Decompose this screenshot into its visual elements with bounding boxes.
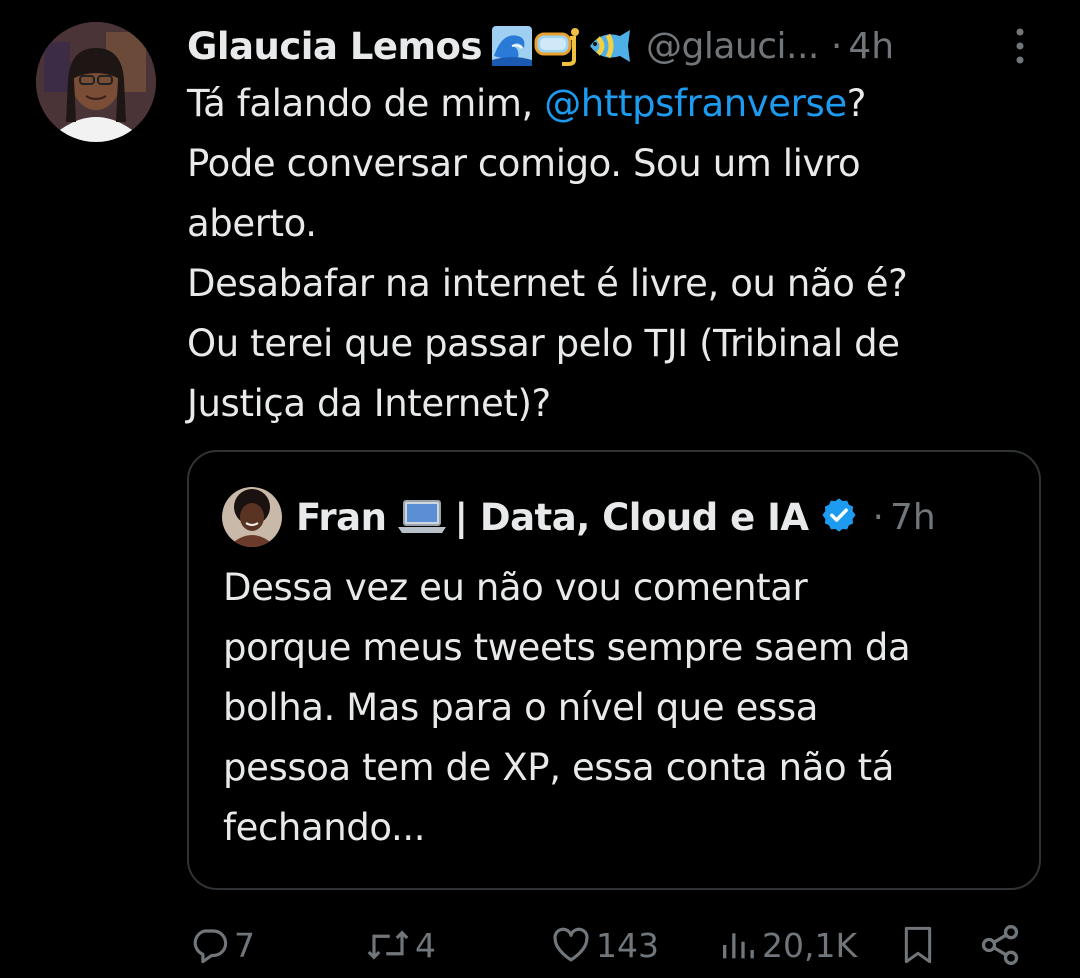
tweet-text-line: Tá falando de mim, @httpsfranverse?	[187, 82, 866, 125]
tweet-text-line: Desabafar na internet é livre, ou não é?	[187, 262, 908, 305]
verified-badge-icon	[820, 496, 858, 538]
tweet-text: Tá falando de mim, @httpsfranverse? Pode…	[187, 74, 1047, 434]
tropical-fish-icon	[584, 26, 634, 66]
tweet-text-line: Ou terei que passar pelo TJI (Tribinal d…	[187, 322, 900, 365]
quoted-author-name[interactable]: Fran	[296, 496, 387, 539]
views-chart-icon	[718, 924, 758, 966]
quoted-author-name-suffix[interactable]: | Data, Cloud e IA	[454, 496, 809, 539]
views-count: 20,1K	[762, 925, 858, 965]
more-options-icon[interactable]	[1008, 24, 1032, 68]
reply-icon	[188, 924, 230, 966]
share-button[interactable]	[978, 915, 1022, 975]
laptop-icon	[396, 495, 448, 539]
quoted-header: Fran | Data, Cloud e IA · 7h	[296, 490, 936, 544]
share-icon	[978, 923, 1022, 967]
retweet-icon	[365, 924, 411, 966]
author-avatar[interactable]	[36, 22, 156, 142]
quoted-separator: ·	[872, 496, 884, 538]
tweet-text-line: Pode conversar comigo. Sou um livro	[187, 142, 861, 185]
bookmark-icon	[898, 923, 938, 967]
bookmark-button[interactable]	[898, 915, 938, 975]
quoted-text-line: porque meus tweets sempre saem da	[223, 626, 911, 669]
tweet-timestamp[interactable]: 4h	[848, 26, 894, 67]
wave-emoji-icon	[492, 26, 532, 66]
views-button[interactable]: 20,1K	[718, 915, 857, 975]
diving-mask-icon	[534, 26, 582, 66]
heart-icon	[550, 924, 592, 966]
author-emojis	[492, 26, 634, 66]
tweet-header: Glaucia Lemos @glauci... · 4h	[187, 18, 894, 74]
quoted-author-avatar[interactable]	[222, 487, 282, 547]
tweet-text-line: aberto.	[187, 202, 317, 245]
reply-button[interactable]: 7	[188, 915, 255, 975]
retweet-count: 4	[415, 925, 436, 965]
reply-count: 7	[234, 925, 255, 965]
quoted-text: Dessa vez eu não vou comentar porque meu…	[223, 558, 1023, 858]
quoted-text-line: bolha. Mas para o nível que essa	[223, 686, 818, 729]
quoted-text-line: fechando...	[223, 806, 426, 849]
quoted-timestamp[interactable]: 7h	[890, 497, 936, 538]
author-name[interactable]: Glaucia Lemos	[187, 25, 483, 68]
retweet-button[interactable]: 4	[365, 915, 436, 975]
tweet-actions: 7 4 143 20,1K	[0, 915, 1080, 975]
like-count: 143	[596, 925, 659, 965]
like-button[interactable]: 143	[550, 915, 659, 975]
tweet[interactable]: Glaucia Lemos @glauci... · 4h Tá falando…	[0, 0, 1080, 978]
quoted-text-line: pessoa tem de XP, essa conta não tá	[223, 746, 894, 789]
mention-link[interactable]: @httpsfranverse	[544, 82, 847, 125]
author-handle[interactable]: @glauci...	[646, 26, 819, 67]
header-separator: ·	[830, 25, 843, 67]
tweet-text-line: Justiça da Internet)?	[187, 382, 551, 425]
quoted-text-line: Dessa vez eu não vou comentar	[223, 566, 808, 609]
